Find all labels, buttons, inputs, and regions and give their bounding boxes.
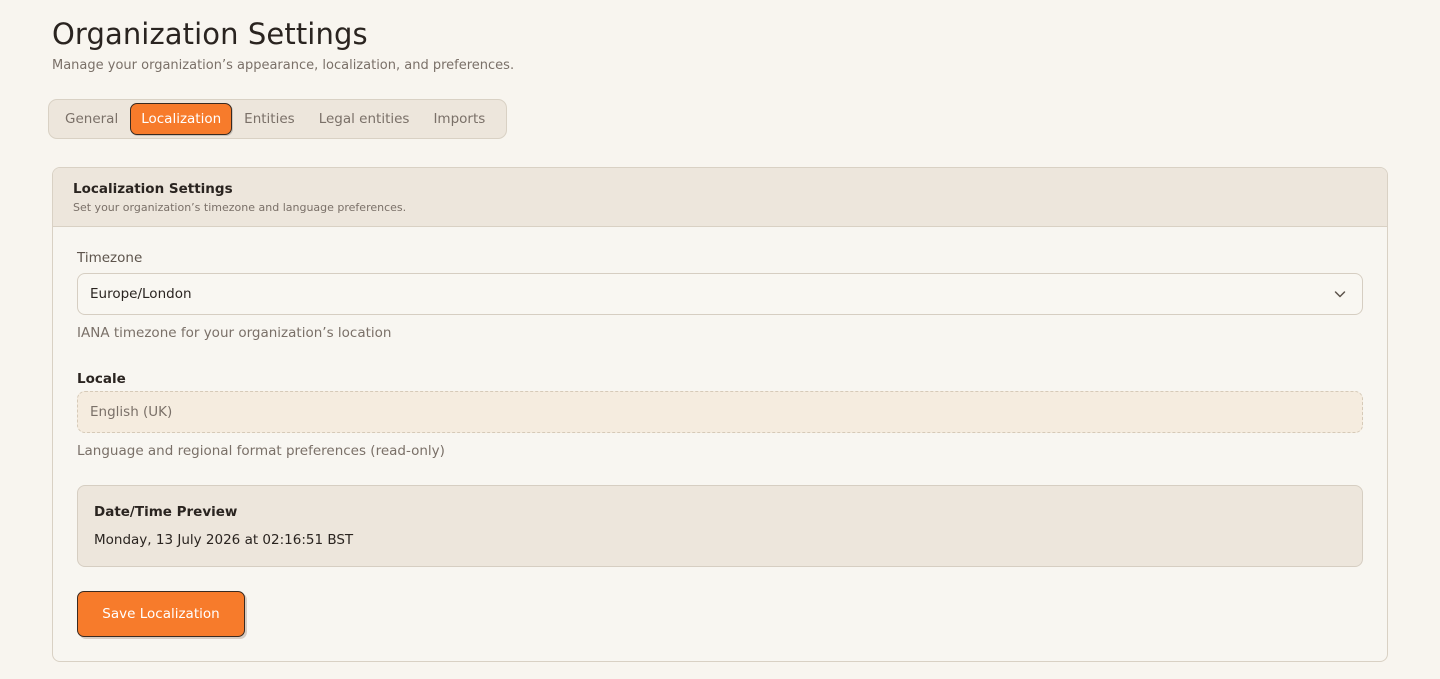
localization-card: Localization Settings Set your organizat… (52, 167, 1388, 662)
card-header: Localization Settings Set your organizat… (53, 168, 1387, 227)
timezone-hint: IANA timezone for your organization’s lo… (77, 325, 392, 341)
chevron-down-icon (1334, 291, 1346, 298)
tab-localization[interactable]: Localization (130, 103, 233, 135)
locale-hint: Language and regional format preferences… (77, 443, 445, 459)
tab-imports[interactable]: Imports (421, 103, 497, 135)
preview-value: Monday, 13 July 2026 at 02:16:51 BST (94, 532, 354, 548)
settings-tabs: General Localization Entities Legal enti… (48, 99, 507, 139)
tab-legal-entities[interactable]: Legal entities (307, 103, 422, 135)
tab-entities[interactable]: Entities (232, 103, 307, 135)
card-title: Localization Settings (73, 181, 233, 197)
settings-page: Organization Settings Manage your organi… (0, 0, 1440, 679)
timezone-select[interactable]: Europe/London (77, 273, 1363, 315)
locale-value: English (UK) (90, 404, 173, 420)
locale-label: Locale (77, 371, 126, 387)
datetime-preview: Date/Time Preview Monday, 13 July 2026 a… (77, 485, 1363, 567)
page-subtitle: Manage your organization’s appearance, l… (52, 58, 515, 73)
tab-general[interactable]: General (53, 103, 130, 135)
timezone-label: Timezone (77, 250, 143, 266)
timezone-value: Europe/London (90, 286, 192, 302)
save-localization-button[interactable]: Save Localization (77, 591, 245, 637)
preview-title: Date/Time Preview (94, 504, 238, 520)
page-title: Organization Settings (52, 17, 368, 51)
locale-field: English (UK) (77, 391, 1363, 433)
card-description: Set your organization’s timezone and lan… (73, 201, 407, 214)
